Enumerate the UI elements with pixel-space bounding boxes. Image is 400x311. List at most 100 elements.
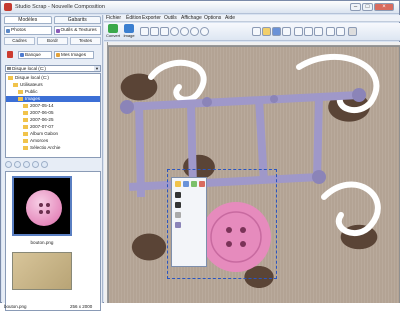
menu-outils[interactable]: Outils [164, 16, 177, 21]
paste-icon[interactable] [314, 27, 323, 36]
mes-images-icon [56, 53, 60, 57]
tree-item-label: 2007-06-25 [30, 117, 54, 122]
drive-value: Disque local (C:) [12, 66, 46, 71]
tree-item[interactable]: Amorces [6, 138, 100, 144]
zoom-in-icon[interactable] [5, 161, 12, 168]
menu-affichage[interactable]: Affichage [181, 16, 202, 21]
tree-item-label: 2007-07-07 [30, 124, 54, 129]
color-icon[interactable] [175, 222, 181, 228]
banque-button[interactable]: Banque [18, 51, 52, 59]
tree-item[interactable]: 2007-07-07 [6, 124, 100, 130]
menu-edition[interactable]: Édition [126, 16, 141, 21]
zoom-fit-icon[interactable] [190, 27, 199, 36]
convert-icon [108, 24, 118, 33]
layers-icon[interactable] [348, 27, 357, 36]
app-window: Studio Scrap - Nouvelle Composition – □ … [0, 0, 400, 311]
cursor-icon[interactable] [140, 27, 149, 36]
banque-icon [20, 53, 24, 57]
tree-item[interactable]: 2007-06-25 [6, 117, 100, 123]
source-icon [7, 51, 13, 58]
menu-exporter[interactable]: Exporter [142, 16, 161, 21]
layer-down-icon[interactable] [175, 202, 181, 208]
folder-tree[interactable]: Disque local (C:) Utilisateurs Public Image… [5, 73, 101, 158]
composition-canvas[interactable] [109, 47, 399, 303]
tree-item[interactable]: Utilisateurs [6, 82, 100, 88]
tab-gabarits[interactable]: Gabarits [53, 16, 101, 24]
view-icon[interactable] [32, 161, 39, 168]
floating-toolbox [171, 177, 207, 267]
print-icon[interactable] [282, 27, 291, 36]
app-icon [4, 3, 12, 11]
folder-icon [23, 118, 28, 122]
category-buttons: Photos Outils & Textures [4, 26, 101, 35]
save-icon[interactable] [272, 27, 281, 36]
outils-textures-button[interactable]: Outils & Textures [53, 26, 101, 35]
thumbnail-bouton[interactable] [12, 176, 72, 236]
tree-item[interactable]: Album Gabon [6, 131, 100, 137]
chevron-down-icon[interactable]: ▼ [94, 66, 100, 71]
maximize-button[interactable]: □ [362, 3, 373, 11]
banque-label: Banque [25, 52, 41, 57]
convert-button[interactable]: Convert [106, 24, 120, 40]
folder-icon [23, 139, 28, 143]
thumbnail-toolbar [5, 161, 101, 169]
delete-icon[interactable] [199, 181, 205, 187]
zoom-out-icon[interactable] [14, 161, 21, 168]
folder-icon [8, 76, 13, 80]
thumbnail-map[interactable] [12, 252, 72, 290]
tab-modeles[interactable]: Modèles [4, 16, 52, 24]
new-icon[interactable] [252, 27, 261, 36]
menu-bar: Fichier Édition Exporter Outils Affichag… [104, 15, 400, 22]
tree-item[interactable]: Disque local (C:) [6, 75, 100, 81]
cut-icon[interactable] [294, 27, 303, 36]
mes-images-label: Mes Images [61, 52, 87, 57]
mes-images-button[interactable]: Mes Images [54, 51, 94, 59]
folder-icon [23, 132, 28, 136]
zoom-actual-icon[interactable] [200, 27, 209, 36]
opacity-icon[interactable] [175, 212, 181, 218]
flourish-right[interactable] [296, 53, 380, 114]
menu-aide[interactable]: Aide [225, 16, 235, 21]
menu-options[interactable]: Options [204, 16, 221, 21]
zoom-out-icon[interactable] [180, 27, 189, 36]
photos-button[interactable]: Photos [4, 26, 52, 35]
tree-item-label: 2007-06-05 [30, 110, 54, 115]
crop-icon[interactable] [150, 27, 159, 36]
folder-icon [23, 111, 28, 115]
redo-icon[interactable] [336, 27, 345, 36]
rotate-icon[interactable] [183, 181, 189, 187]
cadres-button[interactable]: Cadres [4, 37, 35, 45]
move-icon[interactable] [175, 181, 181, 187]
menu-fichier[interactable]: Fichier [106, 16, 121, 21]
tree-item-label: 2007-05-14 [30, 103, 54, 108]
flourish-bottom[interactable] [321, 181, 381, 237]
horizontal-ruler [104, 42, 400, 46]
tree-item[interactable]: 2007-05-14 [6, 103, 100, 109]
copy-icon[interactable] [304, 27, 313, 36]
drive-select[interactable]: Disque local (C:) ▼ [5, 65, 101, 72]
settings-icon[interactable] [41, 161, 48, 168]
flip-icon[interactable] [191, 181, 197, 187]
refresh-icon[interactable] [23, 161, 30, 168]
tree-item[interactable]: Public [6, 89, 100, 95]
textes-button[interactable]: Textes [70, 37, 101, 45]
thumbnail-list: bouton.png [5, 171, 101, 311]
tree-item[interactable]: Sélectio Archie [6, 145, 100, 151]
tree-item-label: Disque local (C:) [15, 75, 49, 80]
tree-item-label: Public [25, 89, 38, 94]
tree-item-label: Images [25, 96, 41, 101]
main-toolbar: Convert Image [104, 23, 400, 41]
tree-item[interactable]: Images [6, 96, 100, 102]
zoom-in-icon[interactable] [170, 27, 179, 36]
close-button[interactable]: × [374, 3, 394, 11]
undo-icon[interactable] [326, 27, 335, 36]
bordr-button[interactable]: Bordr [37, 37, 68, 45]
minimize-button[interactable]: – [350, 3, 361, 11]
layer-up-icon[interactable] [175, 192, 181, 198]
tree-item[interactable]: 2007-06-05 [6, 110, 100, 116]
grid-icon[interactable] [160, 27, 169, 36]
source-bar: Banque Mes Images [4, 49, 101, 61]
flourish-left[interactable] [148, 59, 207, 103]
image-button[interactable]: Image [122, 24, 136, 40]
open-folder-icon[interactable] [262, 27, 271, 36]
